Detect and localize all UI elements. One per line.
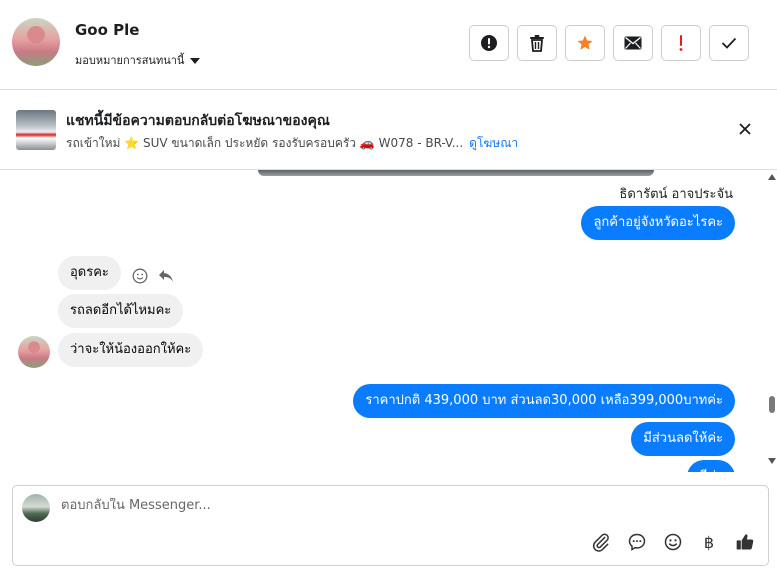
page-avatar [22, 494, 50, 522]
scroll-down-arrow-icon[interactable] [768, 458, 776, 464]
conversation-header: Goo Ple มอบหมายการสนทนานี้ [0, 0, 777, 90]
assign-conversation-label: มอบหมายการสนทนานี้ [75, 54, 185, 67]
mark-done-button[interactable] [709, 25, 749, 61]
delete-button[interactable] [517, 25, 557, 61]
composer-tools: ฿ [590, 531, 756, 553]
contact-name[interactable]: Goo Ple [75, 21, 139, 39]
message-bubble-outgoing[interactable]: มีค่ะ [686, 460, 735, 472]
report-button[interactable] [469, 25, 509, 61]
message-bubble-outgoing[interactable]: ลูกค้าอยู่จังหวัดอะไรคะ [581, 206, 735, 240]
message-bubble-outgoing[interactable]: ราคาปกติ 439,000 บาท ส่วนลด30,000 เหลือ3… [353, 384, 735, 418]
baht-icon[interactable]: ฿ [698, 531, 720, 553]
scrollbar-thumb[interactable] [769, 396, 775, 413]
message-bubble-incoming[interactable]: ว่าจะให้น้องออกให้คะ [58, 333, 204, 367]
chat-scrollbar[interactable] [765, 170, 777, 470]
header-actions [469, 25, 749, 61]
reply-input[interactable] [61, 498, 661, 513]
star-icon [577, 35, 593, 50]
contact-avatar-small[interactable] [18, 336, 50, 368]
close-icon[interactable] [737, 121, 753, 137]
message-bubble-incoming[interactable]: อุดรคะ [58, 256, 121, 290]
like-button[interactable] [734, 531, 756, 553]
message-tools [132, 268, 174, 284]
view-ad-link[interactable]: ดูโฆษณา [469, 136, 518, 150]
assign-conversation-dropdown[interactable]: มอบหมายการสนทนานี้ [75, 51, 201, 69]
caret-down-icon [190, 57, 201, 64]
ad-banner-subtitle: รถเข้าใหม่ ⭐ SUV ขนาดเล็ก ประหยัด รองรับ… [66, 134, 518, 153]
shared-image-edge [258, 170, 654, 176]
trash-icon [530, 35, 544, 52]
ad-description: รถเข้าใหม่ ⭐ SUV ขนาดเล็ก ประหยัด รองรับ… [66, 136, 464, 150]
thumbs-up-icon [736, 534, 754, 550]
mark-unread-button[interactable] [613, 25, 653, 61]
exclamation-icon [679, 35, 683, 51]
mark-spam-button[interactable] [661, 25, 701, 61]
mail-icon [624, 36, 642, 50]
report-icon [481, 35, 497, 51]
message-thread[interactable]: ธิดารัตน์ อาจประจัน ลูกค้าอยู่จังหวัดอะไ… [0, 170, 765, 472]
message-composer: ฿ [12, 485, 769, 566]
paperclip-icon [592, 533, 609, 552]
ad-banner-title: แชทนี้มีข้อความตอบกลับต่อโฆษณาของคุณ [66, 113, 330, 129]
chat-bubble-icon [628, 533, 646, 551]
reaction-emoji-icon[interactable] [132, 268, 148, 284]
ad-reply-banner: แชทนี้มีข้อความตอบกลับต่อโฆษณาของคุณ รถเ… [0, 90, 777, 170]
star-button[interactable] [565, 25, 605, 61]
message-bubble-incoming[interactable]: รถลดอีกได้ไหมคะ [58, 294, 184, 328]
reply-icon[interactable] [158, 269, 174, 283]
ad-thumbnail[interactable] [16, 110, 56, 150]
attach-button[interactable] [590, 531, 612, 553]
saved-replies-button[interactable] [626, 531, 648, 553]
emoji-icon [664, 533, 682, 551]
emoji-button[interactable] [662, 531, 684, 553]
check-icon [721, 37, 737, 49]
message-bubble-outgoing[interactable]: มีส่วนลดให้ค่ะ [631, 422, 735, 456]
contact-avatar[interactable] [12, 18, 60, 66]
scroll-up-arrow-icon[interactable] [768, 174, 776, 180]
sender-name: ธิดารัตน์ อาจประจัน [619, 187, 733, 202]
